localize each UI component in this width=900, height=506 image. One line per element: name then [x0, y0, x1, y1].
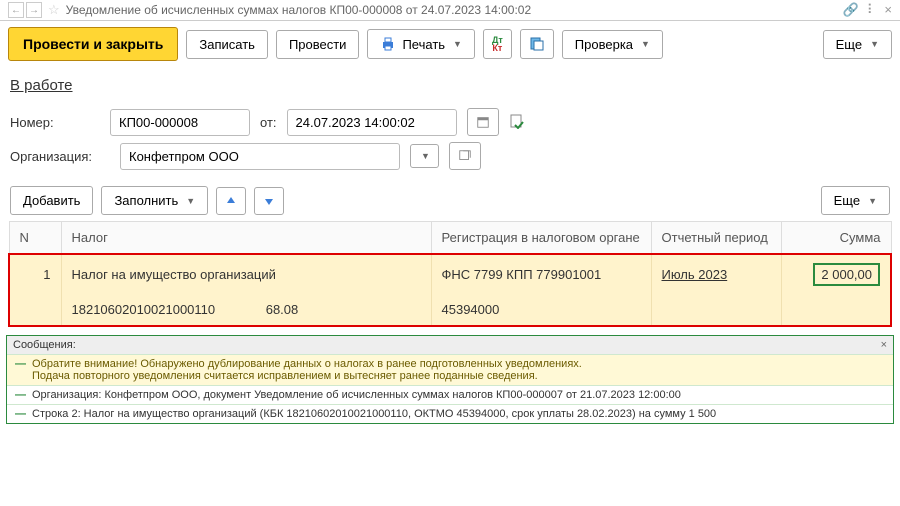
status-ok-icon [509, 113, 525, 132]
cell-oktmo: 45394000 [431, 294, 651, 326]
caret-down-icon: ▼ [186, 196, 195, 206]
main-toolbar: Провести и закрыть Записать Провести Печ… [0, 21, 900, 67]
tax-table: N Налог Регистрация в налоговом органе О… [8, 221, 892, 327]
col-reg[interactable]: Регистрация в налоговом органе [431, 222, 651, 255]
add-row-button[interactable]: Добавить [10, 186, 93, 215]
close-icon[interactable]: × [884, 2, 892, 18]
date-input[interactable] [287, 109, 457, 136]
cell-n: 1 [9, 254, 61, 294]
org-dropdown-button[interactable]: ▼ [410, 144, 439, 168]
titlebar: ← → ☆ Уведомление об исчисленных суммах … [0, 0, 900, 21]
status-link[interactable]: В работе [10, 73, 890, 102]
favorite-icon[interactable]: ☆ [48, 2, 60, 18]
move-down-button[interactable] [254, 187, 284, 215]
caret-down-icon: ▼ [421, 151, 430, 161]
post-button[interactable]: Провести [276, 30, 360, 59]
link-icon[interactable]: 🔗 [843, 2, 859, 18]
org-label: Организация: [10, 149, 110, 164]
col-n[interactable]: N [9, 222, 61, 255]
calendar-icon [476, 115, 490, 129]
message-item[interactable]: —Строка 2: Налог на имущество организаци… [7, 404, 893, 423]
col-period[interactable]: Отчетный период [651, 222, 781, 255]
message-item[interactable]: —Организация: Конфетпром ООО, документ У… [7, 385, 893, 404]
table-toolbar: Добавить Заполнить ▼ Еще▼ [0, 182, 900, 219]
org-input[interactable] [120, 143, 400, 170]
attachment-icon [529, 36, 545, 52]
more-button[interactable]: Еще▼ [823, 30, 892, 59]
dtkt-button[interactable]: ДтКт [483, 29, 512, 59]
dtkt-icon: ДтКт [492, 36, 503, 52]
caret-down-icon: ▼ [641, 39, 650, 49]
col-sum[interactable]: Сумма [781, 222, 891, 255]
table-more-button[interactable]: Еще▼ [821, 186, 890, 215]
org-open-button[interactable] [449, 142, 481, 170]
window-title: Уведомление об исчисленных суммах налого… [66, 3, 843, 17]
printer-icon [380, 36, 396, 52]
cell-tax: Налог на имущество организаций [61, 254, 431, 294]
calendar-button[interactable] [467, 108, 499, 136]
fill-button[interactable]: Заполнить ▼ [101, 186, 208, 215]
messages-header: Сообщения: [13, 339, 76, 351]
move-up-button[interactable] [216, 187, 246, 215]
check-button[interactable]: Проверка▼ [562, 30, 663, 59]
number-label: Номер: [10, 115, 100, 130]
number-input[interactable] [110, 109, 250, 136]
cell-period[interactable]: Июль 2023 [651, 254, 781, 294]
nav-back-icon[interactable]: ← [8, 2, 24, 18]
cell-kbk: 18210602010021000110 [72, 302, 216, 317]
message-item[interactable]: —Обратите внимание! Обнаружено дублирова… [7, 354, 893, 385]
post-and-close-button[interactable]: Провести и закрыть [8, 27, 178, 61]
cell-reg: ФНС 7799 КПП 779901001 [431, 254, 651, 294]
open-icon [458, 149, 472, 163]
table-row[interactable]: 18210602010021000110 68.08 45394000 [9, 294, 891, 326]
table-row[interactable]: 1 Налог на имущество организаций ФНС 779… [9, 254, 891, 294]
caret-down-icon: ▼ [453, 39, 462, 49]
nav-fwd-icon[interactable]: → [26, 2, 42, 18]
print-button[interactable]: Печать▼ [367, 29, 475, 59]
pin-icon[interactable]: ⠇ [867, 2, 877, 18]
arrow-down-icon [263, 195, 275, 207]
attach-button[interactable] [520, 29, 554, 59]
messages-panel: Сообщения: × —Обратите внимание! Обнаруже… [6, 335, 894, 424]
cell-sum[interactable]: 2 000,00 [781, 254, 891, 294]
messages-close-icon[interactable]: × [881, 339, 887, 351]
caret-down-icon: ▼ [870, 39, 879, 49]
from-label: от: [260, 115, 277, 130]
arrow-up-icon [225, 195, 237, 207]
col-tax[interactable]: Налог [61, 222, 431, 255]
cell-code: 68.08 [266, 302, 299, 317]
caret-down-icon: ▼ [868, 196, 877, 206]
save-button[interactable]: Записать [186, 30, 268, 59]
